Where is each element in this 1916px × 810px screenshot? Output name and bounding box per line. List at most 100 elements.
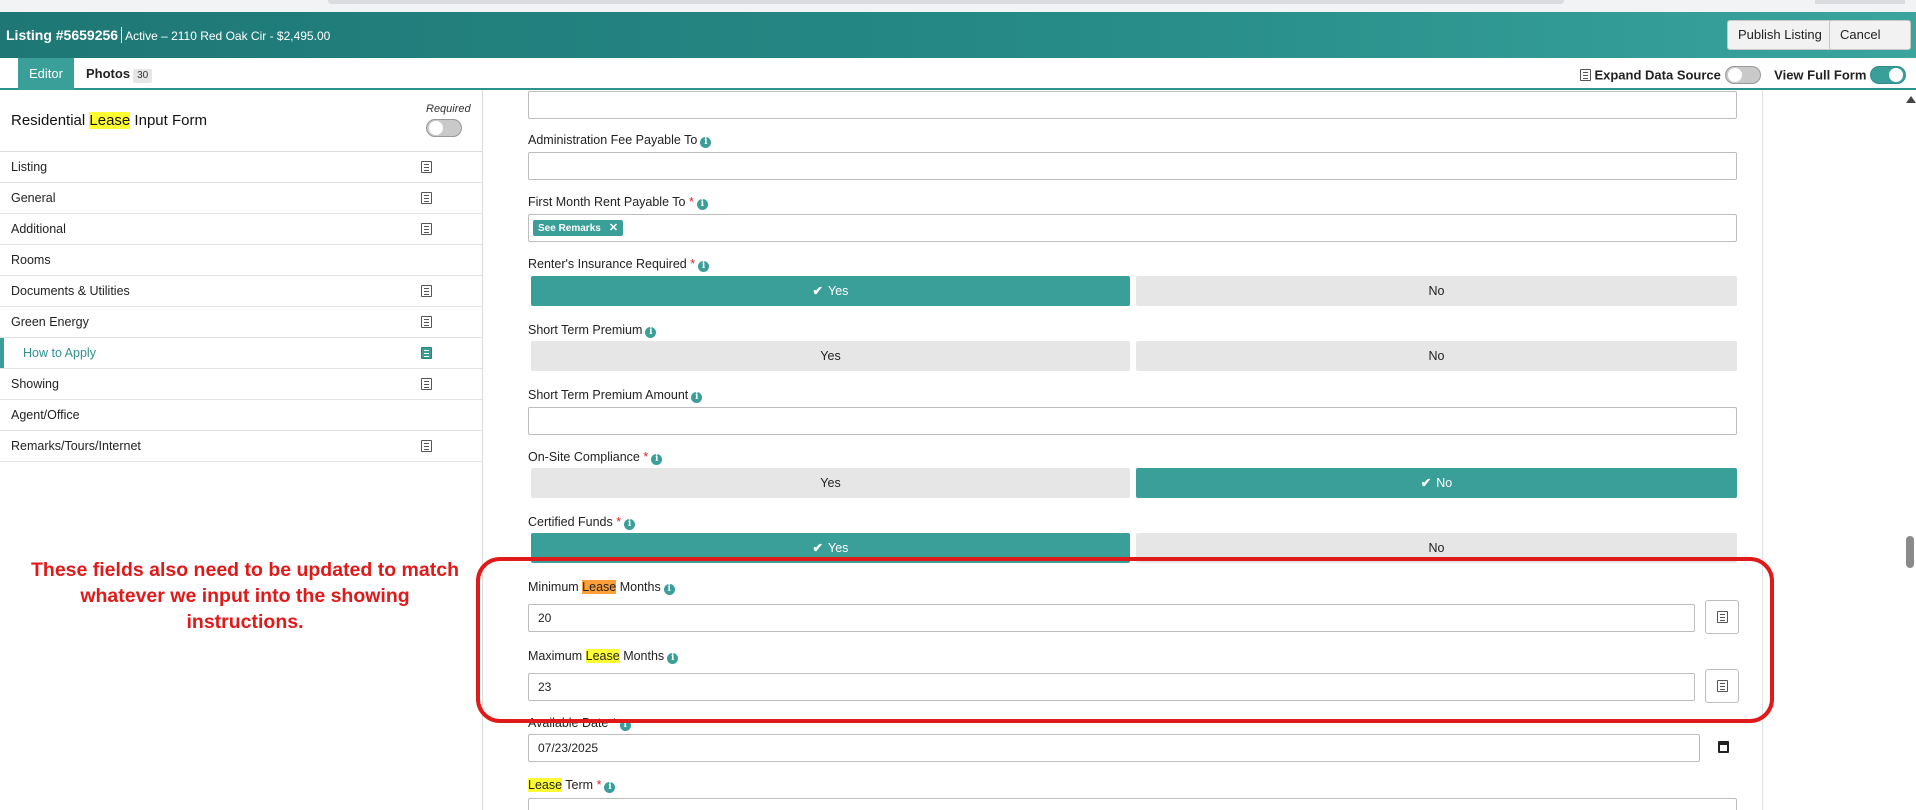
page-scrollbar[interactable] [1904, 90, 1916, 810]
sidebar-item-showing[interactable]: Showing [0, 369, 482, 400]
certified-funds-yes-button[interactable]: ✔ Yes [531, 533, 1130, 563]
lease-term-select[interactable] [528, 798, 1737, 810]
sidebar-item-label: Showing [11, 377, 59, 391]
short-term-premium-amount-label: Short Term Premium Amount i [528, 388, 703, 403]
info-icon[interactable]: i [663, 584, 675, 595]
expand-data-source-control: Expand Data Source [1579, 66, 1761, 84]
first-month-rent-select[interactable]: See Remarks ✕ [528, 214, 1737, 242]
tab-photos-label: Photos [86, 66, 131, 81]
search-highlight: Lease [585, 649, 620, 663]
info-icon[interactable]: i [700, 137, 712, 148]
browser-chrome-strip [0, 0, 1916, 12]
info-icon[interactable]: i [604, 782, 616, 793]
info-icon[interactable]: i [667, 653, 679, 664]
option-label: Yes [828, 541, 849, 555]
admin-fee-payable-input[interactable] [528, 152, 1737, 180]
data-source-icon [421, 347, 432, 359]
required-asterisk: * [690, 257, 696, 271]
info-icon[interactable]: i [645, 327, 657, 338]
renters-insurance-yes-button[interactable]: ✔ Yes [531, 276, 1130, 306]
sidebar-item-how-to-apply[interactable]: How to Apply [0, 338, 482, 369]
sidebar-item-label: Additional [11, 222, 66, 236]
data-source-icon [421, 378, 432, 390]
available-date-label: Available Date * i [528, 716, 631, 731]
previous-field-input[interactable] [528, 91, 1737, 119]
tab-editor[interactable]: Editor [18, 58, 74, 98]
sidebar-item-rooms[interactable]: Rooms [0, 245, 482, 276]
sidebar-item-documents-utilities[interactable]: Documents & Utilities [0, 276, 482, 307]
browser-toolbar-box[interactable] [1815, 0, 1905, 4]
short-term-premium-no-button[interactable]: No [1136, 341, 1737, 371]
label-text: Minimum [528, 580, 583, 594]
view-full-form-label: View Full Form [1774, 67, 1867, 83]
listing-status: Active – 2110 Red Oak Cir - $2,495.00 [125, 29, 331, 43]
available-date-input[interactable]: 07/23/2025 [528, 734, 1700, 762]
publish-listing-button[interactable]: Publish Listing [1727, 20, 1833, 50]
max-lease-data-source-button[interactable] [1705, 669, 1739, 703]
title-separator [121, 27, 123, 43]
min-lease-data-source-button[interactable] [1705, 600, 1739, 634]
date-picker-button[interactable] [1706, 733, 1740, 763]
form-view-controls: Expand Data Source View Full Form [1570, 66, 1906, 84]
sidebar-item-label: Green Energy [11, 315, 89, 329]
info-icon[interactable]: i [698, 261, 710, 272]
info-icon[interactable]: i [696, 199, 708, 210]
sidebar-item-green-energy[interactable]: Green Energy [0, 307, 482, 338]
browser-address-bar[interactable] [328, 0, 1564, 4]
onsite-compliance-label: On-Site Compliance * i [528, 450, 663, 465]
sidebar-item-agent-office[interactable]: Agent/Office [0, 400, 482, 431]
info-icon[interactable]: i [619, 720, 631, 731]
short-term-premium-label: Short Term Premium i [528, 323, 657, 338]
short-term-premium-amount-input[interactable] [528, 407, 1737, 435]
label-text: First Month Rent Payable To [528, 195, 686, 209]
info-icon[interactable]: i [691, 392, 703, 403]
label-text: Months [616, 580, 661, 594]
label-text: Renter's Insurance Required [528, 257, 687, 271]
max-lease-months-input[interactable]: 23 [528, 673, 1695, 701]
required-asterisk: * [616, 515, 622, 529]
sidebar-item-remarks-tours-internet[interactable]: Remarks/Tours/Internet [0, 431, 482, 462]
sidebar-item-label: Documents & Utilities [11, 284, 130, 298]
cancel-input-button[interactable]: Cancel Input [1829, 20, 1911, 70]
min-lease-months-input[interactable]: 20 [528, 604, 1695, 632]
sidebar-item-additional[interactable]: Additional [0, 214, 482, 245]
form-sections-sidebar: Residential Lease Input Form Required Li… [0, 90, 483, 810]
tab-bar: Editor Photos 30 Expand Data Source View … [0, 58, 1916, 98]
info-icon[interactable]: i [624, 519, 636, 530]
form-title-prefix: Residential [11, 112, 90, 129]
sidebar-item-label: General [11, 191, 56, 205]
data-source-icon [1717, 680, 1728, 692]
required-only-toggle[interactable] [426, 119, 462, 137]
scroll-up-arrow-icon[interactable] [1906, 96, 1916, 103]
sidebar-item-general[interactable]: General [0, 183, 482, 214]
data-source-icon [421, 285, 432, 297]
tab-photos[interactable]: Photos 30 [86, 58, 153, 90]
data-source-icon [1579, 69, 1591, 81]
option-label: No [1436, 476, 1453, 490]
label-text: Short Term Premium Amount [528, 388, 689, 402]
view-full-form-toggle[interactable] [1870, 66, 1906, 84]
onsite-compliance-no-button[interactable]: ✔ No [1136, 468, 1737, 498]
admin-fee-payable-label: Administration Fee Payable To i [528, 133, 712, 148]
search-highlight-current: Lease [582, 580, 617, 594]
renters-insurance-no-button[interactable]: No [1136, 276, 1737, 306]
expand-data-source-toggle[interactable] [1724, 66, 1761, 84]
sidebar-header: Residential Lease Input Form Required [0, 90, 482, 152]
expand-data-source-label: Expand Data Source [1594, 67, 1721, 83]
scrollbar-thumb[interactable] [1906, 536, 1914, 568]
certified-funds-no-button[interactable]: No [1136, 533, 1737, 563]
toggle-knob [429, 121, 443, 135]
sidebar-item-listing[interactable]: Listing [0, 152, 482, 183]
chip-label: See Remarks [538, 223, 601, 234]
info-icon[interactable]: i [651, 454, 663, 465]
onsite-compliance-yes-button[interactable]: Yes [531, 468, 1130, 498]
required-asterisk: * [688, 195, 694, 209]
sidebar-item-label: Agent/Office [11, 408, 80, 422]
short-term-premium-yes-button[interactable]: Yes [531, 341, 1130, 371]
label-text: Term [562, 778, 594, 792]
remove-chip-icon[interactable]: ✕ [609, 222, 618, 234]
sidebar-item-label: How to Apply [23, 346, 96, 360]
option-label: Yes [828, 284, 849, 298]
required-label: Required [426, 103, 471, 115]
label-text: Months [619, 649, 665, 663]
